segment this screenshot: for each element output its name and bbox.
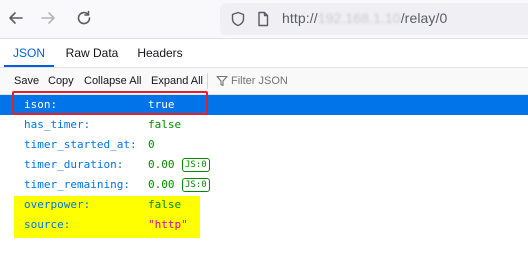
json-row-timer-remaining[interactable]: timer_remaining: 0.00 JS:0 — [0, 175, 528, 195]
active-tab-indicator — [4, 65, 54, 67]
json-value: 0 — [148, 138, 155, 151]
url-text[interactable]: http://192.168.1.10/relay/0 — [282, 10, 447, 26]
json-key: has_timer: — [24, 118, 91, 131]
json-row-timer-duration[interactable]: timer_duration: 0.00 JS:0 — [0, 155, 528, 175]
json-key: timer_remaining: — [24, 178, 130, 191]
filter-json-input[interactable]: Filter JSON — [231, 68, 288, 94]
json-row-timer-started-at[interactable]: timer_started_at: 0 — [0, 135, 528, 155]
url-path: /relay/0 — [400, 10, 448, 26]
json-key: overpower: — [24, 198, 91, 211]
json-key: source: — [24, 218, 71, 231]
json-value: false — [148, 198, 182, 211]
browser-toolbar: http://192.168.1.10/relay/0 — [0, 0, 528, 39]
json-key: timer_started_at: — [24, 138, 137, 151]
reload-icon — [77, 10, 91, 25]
json-viewer-page: http://192.168.1.10/relay/0 JSON Raw Dat… — [0, 0, 528, 257]
tab-headers[interactable]: Headers — [126, 39, 194, 67]
arrow-left-icon — [9, 12, 23, 24]
page-info-icon[interactable] — [255, 11, 271, 27]
forward-button[interactable] — [34, 4, 62, 32]
url-host-redacted: 192.168.1.10 — [317, 10, 401, 26]
url-bar[interactable]: http://192.168.1.10/relay/0 — [220, 3, 528, 35]
toolbar-divider — [207, 73, 208, 89]
viewer-tabs: JSON Raw Data Headers — [0, 39, 528, 68]
red-box-annotation — [12, 91, 208, 115]
shield-icon[interactable] — [230, 11, 246, 27]
filter-icon — [216, 75, 228, 87]
arrow-right-icon — [41, 12, 55, 24]
reload-button[interactable] — [70, 4, 98, 32]
tab-json[interactable]: JSON — [0, 39, 58, 67]
url-scheme: http:// — [282, 10, 318, 26]
json-value: false — [148, 118, 182, 131]
json-row-has-timer[interactable]: has_timer: false — [0, 115, 528, 135]
tab-raw-data[interactable]: Raw Data — [58, 39, 126, 67]
json-row-source[interactable]: source: "http" — [0, 215, 528, 235]
json-value: 0.00 — [148, 178, 175, 191]
json-row-overpower[interactable]: overpower: false — [0, 195, 528, 215]
json-value: 0.00 — [148, 158, 175, 171]
json-value: "http" — [148, 218, 188, 231]
back-button[interactable] — [2, 4, 30, 32]
js-value-badge: JS:0 — [182, 178, 210, 192]
js-value-badge: JS:0 — [182, 158, 210, 172]
json-key: timer_duration: — [24, 158, 124, 171]
